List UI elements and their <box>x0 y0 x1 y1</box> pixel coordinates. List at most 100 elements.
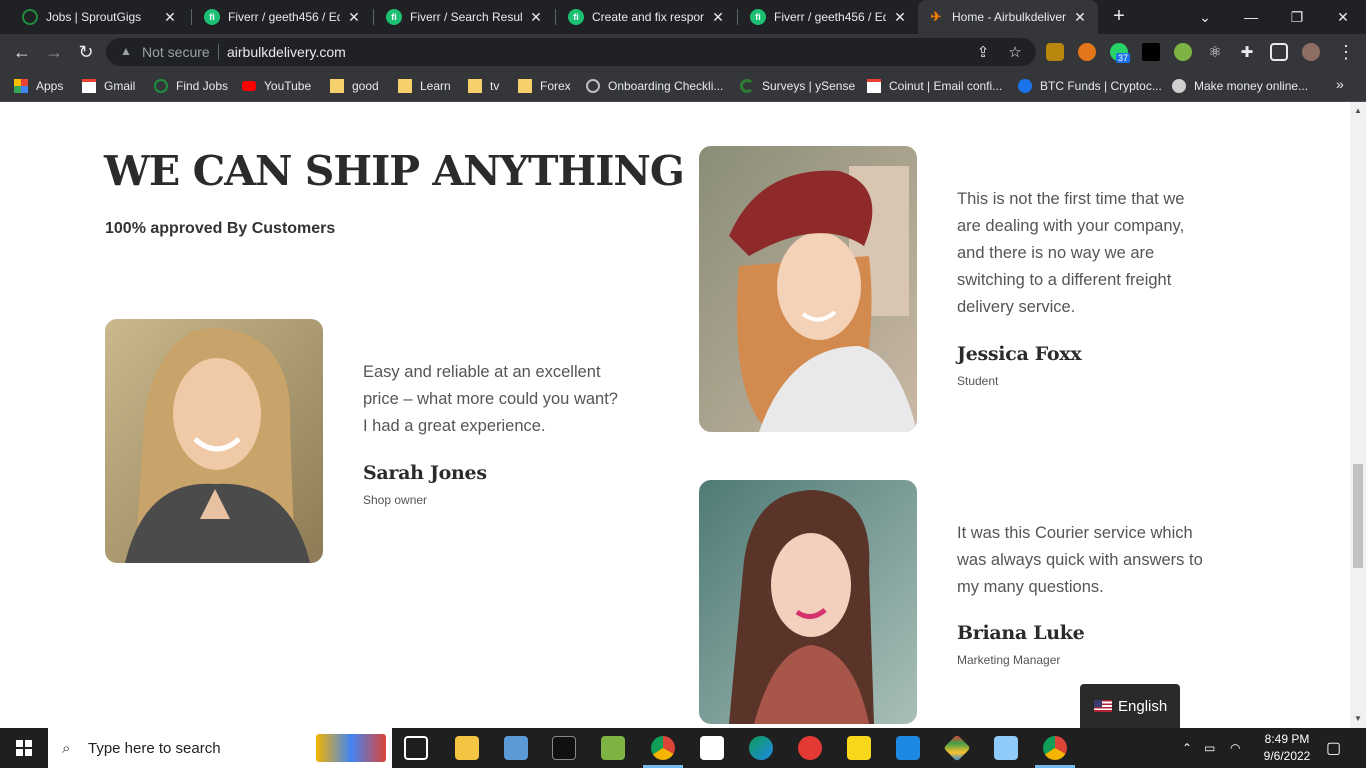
testimonial-photo-jessica <box>699 146 917 432</box>
start-button[interactable] <box>0 728 48 768</box>
taskbar-search[interactable]: ⌕ Type here to search <box>48 728 392 768</box>
restore-button[interactable]: ❐ <box>1274 0 1320 34</box>
bookmark-apps[interactable]: Apps <box>14 77 63 95</box>
portrait-image <box>699 146 917 432</box>
close-icon[interactable]: ✕ <box>710 9 726 26</box>
reload-button[interactable]: ↻ <box>74 40 98 64</box>
fiverr-icon: fi <box>386 9 402 25</box>
bookmark-folder-tv[interactable]: tv <box>468 77 499 95</box>
scroll-down-icon[interactable]: ▼ <box>1353 714 1363 724</box>
onboarding-icon <box>586 79 600 93</box>
star-icon[interactable]: ☆ <box>1006 43 1024 61</box>
puzzle-extensions-icon[interactable]: ✚ <box>1238 43 1256 61</box>
language-switcher[interactable]: English <box>1080 684 1180 728</box>
file-explorer-icon[interactable] <box>455 736 479 760</box>
notepad-icon[interactable] <box>601 736 625 760</box>
bookmark-label: Gmail <box>104 79 136 93</box>
chrome-icon[interactable] <box>651 736 675 760</box>
bookmark-label: Apps <box>36 79 64 93</box>
chevron-more-icon[interactable]: » <box>1336 76 1344 92</box>
testimonial-name: Jessica Foxx <box>957 343 1082 365</box>
warning-icon[interactable]: ▲ <box>120 44 134 58</box>
taskbar-clock[interactable]: 8:49 PM 9/6/2022 <box>1252 731 1322 765</box>
tab-strip: Jobs | SproutGigs ✕ fi Fiverr / geeth456… <box>0 0 1366 34</box>
youtube-icon <box>242 81 256 91</box>
tab-create-fix[interactable]: fi Create and fix respons ✕ <box>558 0 736 34</box>
bookmark-label: Coinut | Email confi... <box>889 79 1003 93</box>
windows-taskbar: ⌕ Type here to search ⌃ ▭ ◠ 8:49 PM 9/6/… <box>0 728 1366 768</box>
testimonial-photo-sarah <box>105 319 323 563</box>
bookmark-label: Onboarding Checkli... <box>608 79 724 93</box>
bookmark-folder-good[interactable]: good <box>330 77 379 95</box>
bookmark-onboarding[interactable]: Onboarding Checkli... <box>586 77 723 95</box>
forward-button[interactable]: → <box>42 40 66 64</box>
tab-sproutgigs[interactable]: Jobs | SproutGigs ✕ <box>12 0 188 34</box>
security-status[interactable]: Not secure <box>142 44 210 60</box>
close-icon[interactable]: ✕ <box>892 9 908 26</box>
bookmark-label: Surveys | ySense <box>762 79 856 93</box>
opera-icon[interactable] <box>798 736 822 760</box>
extension-green-icon[interactable] <box>1174 43 1192 61</box>
close-icon[interactable]: ✕ <box>346 9 362 26</box>
tray-chevron-icon[interactable]: ⌃ <box>1182 728 1192 768</box>
bookmark-youtube[interactable]: YouTube <box>242 77 311 95</box>
bookmark-folder-learn[interactable]: Learn <box>398 77 451 95</box>
battery-icon[interactable]: ▭ <box>1204 728 1215 768</box>
bookmark-label: good <box>352 79 379 93</box>
wifi-icon[interactable]: ◠ <box>1230 728 1240 768</box>
close-window-button[interactable]: ✕ <box>1320 0 1366 34</box>
vscode-icon[interactable] <box>896 736 920 760</box>
terminal-icon[interactable] <box>552 736 576 760</box>
close-icon[interactable]: ✕ <box>528 9 544 26</box>
bookmark-coinut[interactable]: Coinut | Email confi... <box>867 77 1002 95</box>
bookmarks-bar: Apps Gmail Find Jobs YouTube good Learn … <box>0 70 1366 102</box>
media-player-icon[interactable] <box>847 736 871 760</box>
menu-icon[interactable]: ⋮ <box>1334 40 1358 64</box>
testimonial-role: Marketing Manager <box>957 653 1061 667</box>
testimonial-name: Sarah Jones <box>363 462 487 484</box>
bookmark-folder-forex[interactable]: Forex <box>518 77 571 95</box>
notification-icon[interactable]: ▢ <box>1326 728 1341 768</box>
task-view-icon[interactable] <box>404 736 428 760</box>
tab-fiverr-edit-2[interactable]: fi Fiverr / geeth456 / Ed ✕ <box>740 0 918 34</box>
back-button[interactable]: ← <box>10 40 34 64</box>
extension-badge: 37 <box>1116 53 1131 63</box>
sproutgigs-icon <box>154 79 168 93</box>
bookmark-find-jobs[interactable]: Find Jobs <box>154 77 228 95</box>
page-headline: WE CAN SHIP ANYTHING <box>104 147 685 195</box>
bookmark-make-money[interactable]: Make money online... <box>1172 77 1308 95</box>
side-panel-icon[interactable] <box>1270 43 1288 61</box>
chrome-profile-icon[interactable] <box>1043 736 1067 760</box>
bookmark-gmail[interactable]: Gmail <box>82 77 135 95</box>
close-icon[interactable]: ✕ <box>1072 9 1088 26</box>
bookmark-btc-funds[interactable]: BTC Funds | Cryptoc... <box>1018 77 1162 95</box>
tab-fiverr-search[interactable]: fi Fiverr / Search Results ✕ <box>376 0 554 34</box>
page-scrollbar[interactable]: ▲ ▼ <box>1350 102 1366 728</box>
edge-icon[interactable] <box>749 736 773 760</box>
share-icon[interactable]: ⇪ <box>974 43 992 61</box>
tab-airbulk-active[interactable]: ✈ Home - Airbulkdeliver ✕ <box>918 0 1098 34</box>
browser-toolbar: ← → ↻ ▲ Not secure airbulkdelivery.com ⇪… <box>0 34 1366 70</box>
notes-app-icon[interactable] <box>994 736 1018 760</box>
extension-dark-icon[interactable] <box>1142 43 1160 61</box>
address-bar[interactable]: ▲ Not secure airbulkdelivery.com ⇪ ☆ <box>106 38 1036 66</box>
gmail-icon <box>82 79 96 93</box>
scrollbar-thumb[interactable] <box>1353 464 1363 568</box>
scroll-up-icon[interactable]: ▲ <box>1353 106 1363 116</box>
control-panel-icon[interactable] <box>504 736 528 760</box>
new-tab-button[interactable]: + <box>1108 6 1130 28</box>
minimize-button[interactable]: — <box>1228 0 1274 34</box>
profile-avatar[interactable] <box>1302 43 1320 61</box>
react-devtools-icon[interactable]: ⚛ <box>1206 43 1224 61</box>
bookmark-ysense[interactable]: Surveys | ySense <box>740 77 855 95</box>
gmail-icon <box>867 79 881 93</box>
metamask-icon[interactable] <box>1078 43 1096 61</box>
url-text[interactable]: airbulkdelivery.com <box>227 44 346 60</box>
tab-fiverr-edit[interactable]: fi Fiverr / geeth456 / Ed ✕ <box>194 0 372 34</box>
tab-search-button[interactable]: ⌄ <box>1182 0 1228 34</box>
extension-cube-icon[interactable] <box>1046 43 1064 61</box>
close-icon[interactable]: ✕ <box>162 9 178 26</box>
bookmark-label: tv <box>490 79 500 93</box>
tradingview-icon[interactable] <box>700 736 724 760</box>
git-tool-icon[interactable] <box>943 734 971 762</box>
